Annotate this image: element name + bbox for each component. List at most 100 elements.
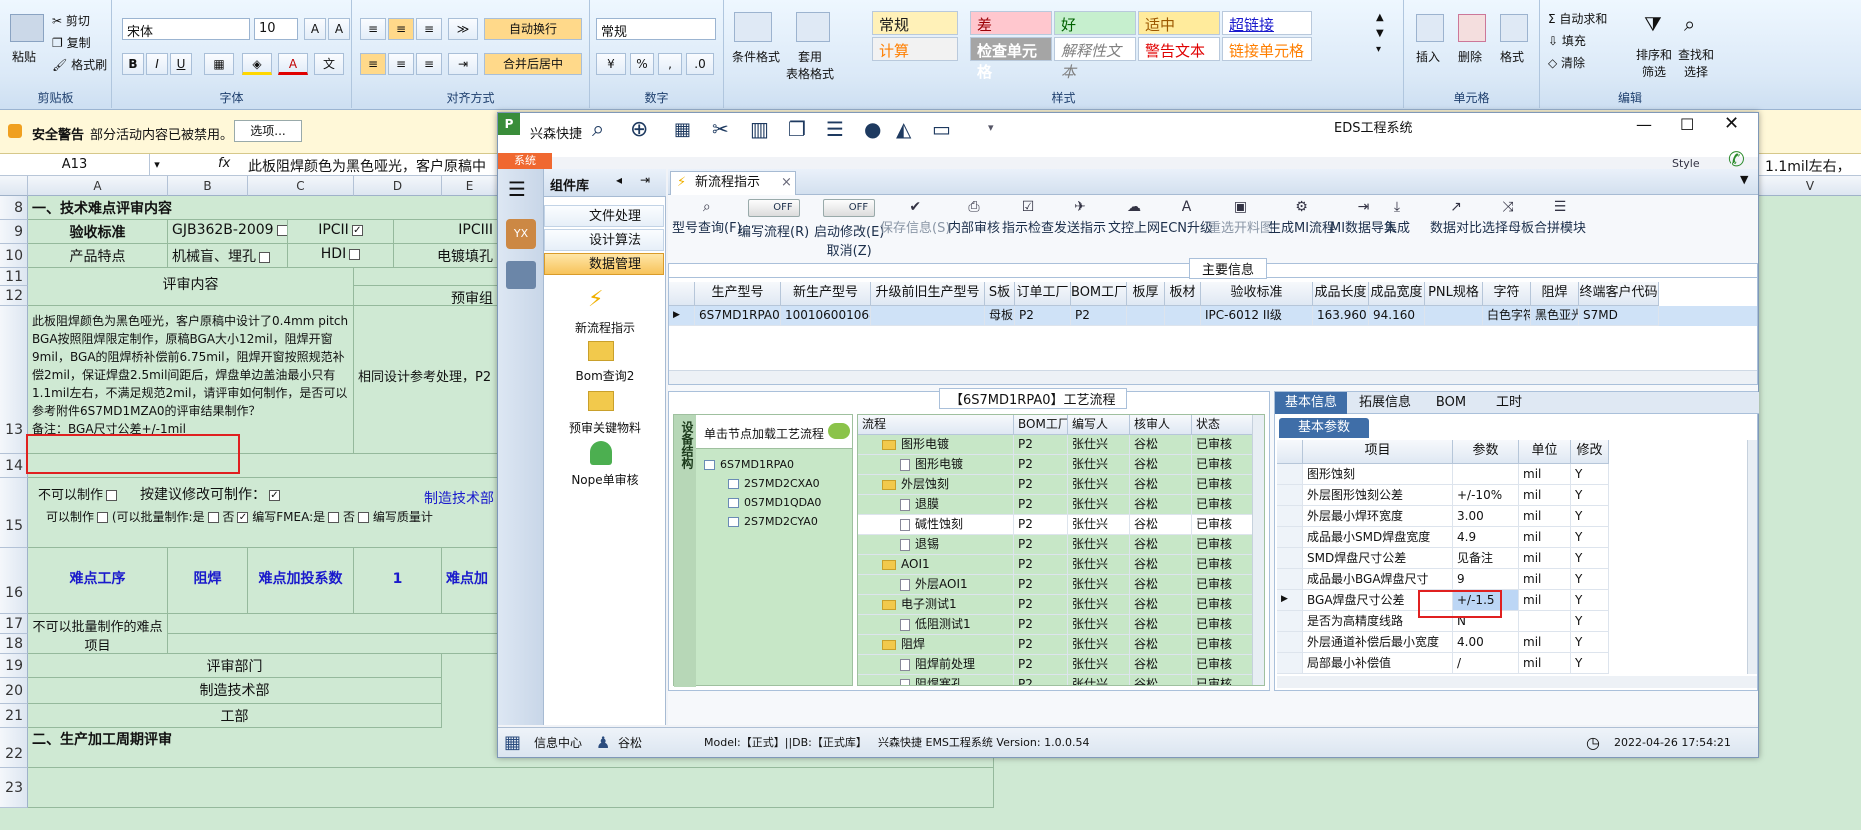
column-header[interactable]: 修改 [1571,440,1609,464]
tree-node[interactable]: 2S7MD2CXA0 [704,474,821,493]
param-name[interactable]: 成品最小SMD焊盘宽度 [1303,527,1453,548]
non-batch-label[interactable]: 不可以批量制作的难点项目 [28,614,168,654]
font-name-combo[interactable]: 宋体 [122,18,250,40]
grid-cell[interactable]: P2 [1071,306,1127,326]
flow-row[interactable]: 外层蚀刻 P2 张仕兴 谷松 已审核 [858,475,1264,495]
font-color-button[interactable]: A [278,53,308,75]
feature-label[interactable]: 产品特点 [28,244,168,268]
flow-cell[interactable]: 已审核 [1192,455,1256,475]
flow-cell[interactable]: 谷松 [1130,515,1192,535]
shrink-font-button[interactable]: A [328,18,350,40]
row-selector-header[interactable] [1277,440,1303,464]
checkbox[interactable] [276,224,287,236]
toolbar-button[interactable]: ↗ 数据对比 [1430,199,1482,236]
row-header[interactable]: 17 [0,614,28,634]
pre-review-header[interactable]: 预审组 [354,286,498,306]
flow-name-cell[interactable]: 图形电镀 [858,435,1014,455]
gallery-scroll-icon[interactable]: ▲ [1376,12,1384,23]
grid-cell[interactable]: 黑色亚光 [1531,306,1579,326]
flow-cell[interactable]: 已审核 [1192,595,1256,615]
basic-row[interactable]: 外层图形蚀刻公差 +/-10% mil Y [1277,485,1747,506]
user-icon[interactable] [590,441,612,465]
flow-cell[interactable]: 已审核 [1192,615,1256,635]
flow-row[interactable]: AOI1 P2 张仕兴 谷松 已审核 [858,555,1264,575]
checkbox[interactable] [207,512,219,523]
grid-cell[interactable]: 163.960 [1313,306,1369,326]
column-header[interactable]: 阻焊 [1531,282,1579,306]
basic-row[interactable]: 外层最小焊环宽度 3.00 mil Y [1277,506,1747,527]
col-header[interactable]: E [442,176,498,196]
table-format-button[interactable]: 套用 表格格式 [786,48,834,82]
format-brush-button[interactable]: 🖌 格式刷 [52,56,107,73]
param-unit[interactable]: mil [1519,632,1571,653]
flow-row[interactable]: 电子测试1 P2 张仕兴 谷松 已审核 [858,595,1264,615]
currency-button[interactable]: ¥ [596,53,626,75]
user-icon[interactable]: ● [864,117,881,141]
insert-button[interactable]: 插入 [1416,48,1440,65]
row-header[interactable]: 16 [0,548,28,614]
flow-cell[interactable]: 张仕兴 [1068,435,1130,455]
flow-cell[interactable]: P2 [1014,475,1068,495]
cell-style-item[interactable]: 解释性文本 [1054,37,1136,81]
flow-cell[interactable]: 谷松 [1130,615,1192,635]
param-modify[interactable]: Y [1571,485,1609,506]
flow-name-cell[interactable]: AOI1 [858,555,1014,575]
cell-style-item[interactable]: 常规 [872,11,958,35]
grid-icon[interactable]: ▦ [504,728,521,758]
flow-cell[interactable]: 谷松 [1130,555,1192,575]
basic-row[interactable]: 成品最小BGA焊盘尺寸 9 mil Y [1277,569,1747,590]
toolbar-button[interactable]: ✈ 发送指示 [1054,199,1106,236]
col-header[interactable]: D [354,176,442,196]
grid-cell[interactable]: S7MD [1579,306,1659,326]
cell-style-item[interactable]: 警告文本 [1138,37,1220,61]
col-header[interactable]: V [1759,176,1861,196]
flow-cell[interactable]: 谷松 [1130,595,1192,615]
row-selector-header[interactable] [669,282,695,306]
flow-row[interactable]: 阻焊 P2 张仕兴 谷松 已审核 [858,635,1264,655]
pin-icon[interactable]: ◂ [616,173,622,187]
grow-font-button[interactable]: A [304,18,326,40]
basic-info-tab[interactable]: BOM [1423,392,1479,414]
tab-new-flow[interactable]: ⚡ 新流程指示 × [670,171,796,195]
grid-cell[interactable]: P2 [1015,306,1071,326]
param-modify[interactable]: Y [1571,590,1609,611]
toolbar-button[interactable]: ☑ 指示检查 [1002,199,1054,236]
tree-node[interactable]: 6S7MD1RPA0 [704,455,821,474]
row-header[interactable]: 12 [0,286,28,306]
col-header[interactable]: B [168,176,248,196]
flow-name-cell[interactable]: 阻焊前处理 [858,655,1014,675]
find-select-button[interactable]: 查找和 选择 [1678,46,1714,80]
system-tab[interactable]: 系统 [498,153,552,169]
help-icon[interactable]: ⊕ [630,117,648,142]
flow-cell[interactable]: 谷松 [1130,575,1192,595]
checkbox-checked[interactable]: ✓ [351,224,363,236]
param-modify[interactable]: Y [1571,548,1609,569]
underline-button[interactable]: U [170,53,192,75]
grid-cell[interactable]: 母板 [985,306,1015,326]
flow-row[interactable]: 阻焊前处理 P2 张仕兴 谷松 已审核 [858,655,1264,675]
flow-cell[interactable]: 谷松 [1130,635,1192,655]
maximize-icon[interactable]: ☐ [1680,115,1694,134]
flow-name-cell[interactable]: 低阻测试1 [858,615,1014,635]
basic-row[interactable]: SMD焊盘尺寸公差 见备注 mil Y [1277,548,1747,569]
struct-tab[interactable]: 设备结构 [674,415,696,687]
row-selector-icon[interactable] [1277,485,1303,506]
flow-name-cell[interactable]: 阻焊 [858,635,1014,655]
flow-cell[interactable]: 张仕兴 [1068,515,1130,535]
param-unit[interactable]: mil [1519,506,1571,527]
main-info-row[interactable]: ▶6S7MD1RPA010010600106886母板P2P2IPC-6012 … [669,306,1757,326]
grid-cell[interactable]: IPC-6012 II级 [1201,306,1313,326]
hamburger-icon[interactable]: ☰ [508,177,526,201]
flow-row[interactable]: 图形电镀 P2 张仕兴 谷松 已审核 [858,435,1264,455]
param-name[interactable]: 局部最小补偿值 [1303,653,1453,674]
flow-cell[interactable]: 张仕兴 [1068,475,1130,495]
flow-cell[interactable]: 张仕兴 [1068,655,1130,675]
flow-row[interactable]: 低阻测试1 P2 张仕兴 谷松 已审核 [858,615,1264,635]
row-header[interactable]: 23 [0,768,28,808]
column-header[interactable]: 验收标准 [1201,282,1313,306]
row-selector-icon[interactable] [1277,527,1303,548]
flow-cell[interactable]: 已审核 [1192,495,1256,515]
column-header[interactable]: 成品长度 [1313,282,1369,306]
gallery-scroll-icon[interactable]: ▼ [1376,28,1384,39]
flow-cell[interactable]: 张仕兴 [1068,455,1130,475]
